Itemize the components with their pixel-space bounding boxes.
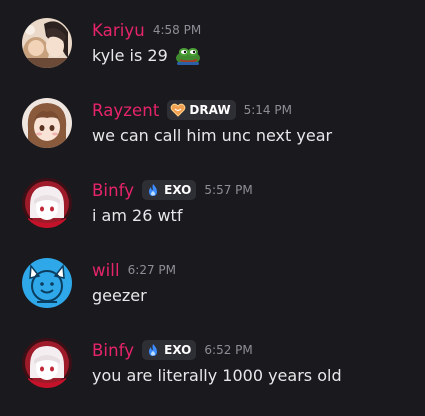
- role-badge[interactable]: EXO: [142, 180, 197, 200]
- role-badge[interactable]: DRAW: [167, 100, 236, 120]
- username[interactable]: Rayzent: [92, 101, 159, 120]
- badge-label: EXO: [164, 183, 192, 197]
- message: Binfy EXO 5:57 PM i am 26 wtf: [0, 178, 425, 258]
- flame-icon: [145, 183, 161, 197]
- message: will 6:27 PM geezer: [0, 258, 425, 338]
- message-header: Binfy EXO 5:57 PM: [92, 178, 253, 202]
- message-header: will 6:27 PM: [92, 258, 176, 282]
- message-body: i am 26 wtf: [92, 205, 183, 225]
- message-header: Binfy EXO 6:52 PM: [92, 338, 253, 362]
- message: Binfy EXO 6:52 PM you are literally 1000…: [0, 338, 425, 416]
- badge-label: EXO: [164, 343, 192, 357]
- message-text: i am 26 wtf: [92, 202, 182, 228]
- message-text: we can call him unc next year: [92, 122, 332, 148]
- username[interactable]: Kariyu: [92, 21, 145, 40]
- heart-icon: [170, 103, 186, 117]
- message-text: geezer: [92, 282, 147, 308]
- message-body: we can call him unc next year: [92, 125, 333, 145]
- username[interactable]: will: [92, 261, 120, 280]
- message-body: geezer: [92, 285, 147, 305]
- username[interactable]: Binfy: [92, 341, 134, 360]
- message-text: you are literally 1000 years old: [92, 362, 342, 388]
- message-body: you are literally 1000 years old: [92, 365, 342, 385]
- avatar[interactable]: [22, 178, 72, 228]
- message-header: Kariyu 4:58 PM: [92, 18, 201, 42]
- role-badge[interactable]: EXO: [142, 340, 197, 360]
- avatar[interactable]: [22, 258, 72, 308]
- message: Kariyu 4:58 PM kyle is 29: [0, 18, 425, 98]
- message: Rayzent DRAW 5:14 PM we can call him unc…: [0, 98, 425, 178]
- username[interactable]: Binfy: [92, 181, 134, 200]
- pepe-frog-emoji[interactable]: [174, 45, 204, 65]
- message-text: kyle is 29: [92, 42, 204, 68]
- message-body: kyle is 29: [92, 45, 168, 65]
- timestamp[interactable]: 4:58 PM: [153, 23, 201, 37]
- timestamp[interactable]: 6:27 PM: [128, 263, 176, 277]
- chat-log: Kariyu 4:58 PM kyle is 29 Rayzent DRAW 5…: [0, 0, 425, 416]
- badge-label: DRAW: [189, 103, 231, 117]
- avatar[interactable]: [22, 98, 72, 148]
- avatar[interactable]: [22, 18, 72, 68]
- avatar[interactable]: [22, 338, 72, 388]
- flame-icon: [145, 343, 161, 357]
- timestamp[interactable]: 5:14 PM: [244, 103, 292, 117]
- message-header: Rayzent DRAW 5:14 PM: [92, 98, 292, 122]
- timestamp[interactable]: 5:57 PM: [204, 183, 252, 197]
- timestamp[interactable]: 6:52 PM: [204, 343, 252, 357]
